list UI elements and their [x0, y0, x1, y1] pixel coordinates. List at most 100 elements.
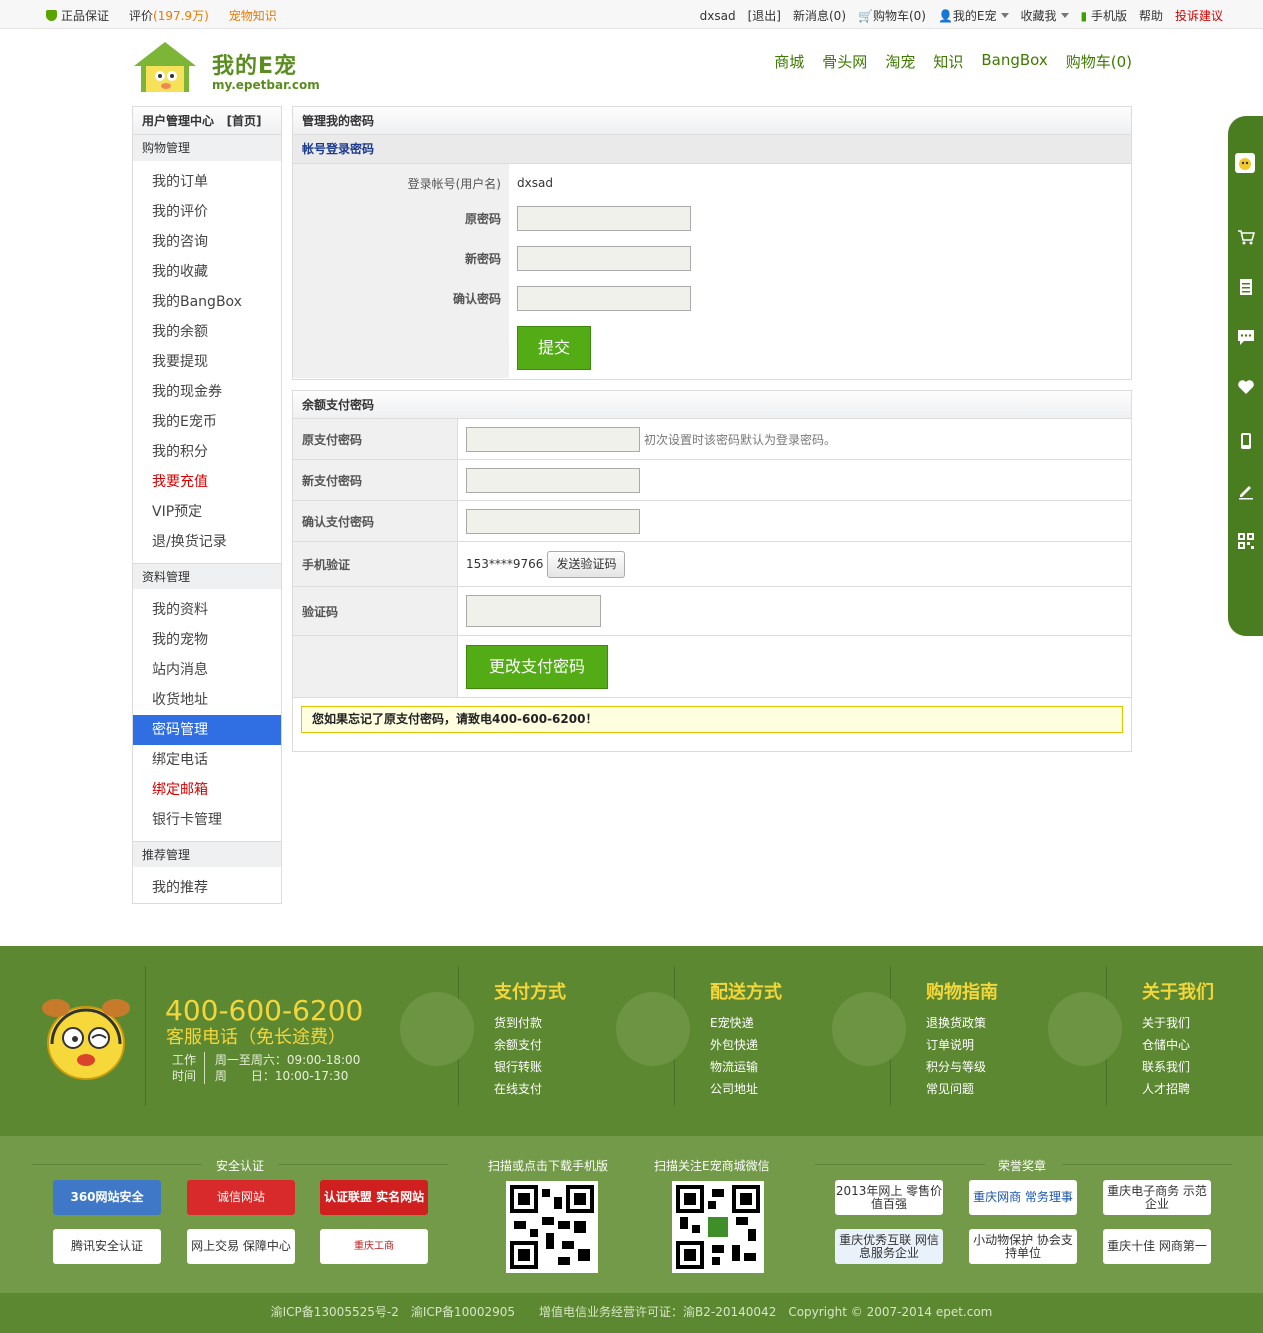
- menu-item-bind-email[interactable]: 绑定邮箱: [133, 775, 281, 805]
- old-password-input[interactable]: [517, 205, 691, 231]
- footer-link[interactable]: 订单说明: [926, 1034, 998, 1056]
- badge-realname[interactable]: 认证联盟 实名网站: [320, 1180, 428, 1215]
- nav-taochong[interactable]: 淘宠: [885, 51, 915, 72]
- honor-badge[interactable]: 重庆网商 常务理事: [969, 1180, 1077, 1215]
- footer-link[interactable]: 关于我们: [1142, 1012, 1214, 1034]
- confirm-pay-password-input[interactable]: [466, 508, 640, 534]
- menu-item-withdraw[interactable]: 我要提现: [133, 347, 281, 377]
- mobile-qrcode[interactable]: [506, 1181, 598, 1273]
- mobile-icon[interactable]: [1237, 432, 1255, 450]
- menu-item-inquiries[interactable]: 我的咨询: [133, 227, 281, 257]
- orders-icon[interactable]: [1237, 278, 1255, 296]
- nav-bangbox[interactable]: BangBox: [981, 51, 1047, 72]
- reviews-link[interactable]: 评价(197.9万): [129, 7, 209, 24]
- menu-item-points[interactable]: 我的积分: [133, 437, 281, 467]
- username[interactable]: dxsad: [700, 9, 736, 23]
- badge-360[interactable]: 360网站安全: [53, 1180, 161, 1215]
- footer-link[interactable]: 人才招聘: [1142, 1078, 1214, 1100]
- menu-item-password[interactable]: 密码管理: [133, 715, 281, 745]
- service-phone-sub: 客服电话（免长途费）: [166, 1027, 346, 1048]
- badge-trust-site[interactable]: 诚信网站: [187, 1180, 295, 1215]
- footer-link[interactable]: E宠快递: [710, 1012, 782, 1034]
- home-link[interactable]: [首页]: [227, 114, 262, 128]
- footer-link[interactable]: 物流运输: [710, 1056, 782, 1078]
- old-pay-password-input[interactable]: [466, 426, 640, 452]
- mobile-link[interactable]: ▮ 手机版: [1081, 7, 1127, 24]
- edit-icon[interactable]: [1237, 482, 1255, 500]
- menu-item-profile[interactable]: 我的资料: [133, 595, 281, 625]
- new-password-input[interactable]: [517, 245, 691, 271]
- footer-link[interactable]: 退换货政策: [926, 1012, 998, 1034]
- menu-item-recharge[interactable]: 我要充值: [133, 467, 281, 497]
- menu-item-address[interactable]: 收货地址: [133, 685, 281, 715]
- qrcode-icon[interactable]: [1237, 532, 1255, 550]
- honor-badge[interactable]: 小动物保护 协会支持单位: [969, 1229, 1077, 1264]
- menu-item-reviews[interactable]: 我的评价: [133, 197, 281, 227]
- menu-item-coupons[interactable]: 我的现金券: [133, 377, 281, 407]
- menu-item-pets[interactable]: 我的宠物: [133, 625, 281, 655]
- footer-link[interactable]: 联系我们: [1142, 1056, 1214, 1078]
- genuine-guarantee[interactable]: 正品保证: [46, 7, 109, 24]
- old-pay-password-hint: 初次设置时该密码默认为登录密码。: [644, 432, 837, 447]
- footer-link[interactable]: 外包快递: [710, 1034, 782, 1056]
- menu-item-orders[interactable]: 我的订单: [133, 167, 281, 197]
- menu-item-balance[interactable]: 我的余额: [133, 317, 281, 347]
- pet-knowledge-link[interactable]: 宠物知识: [229, 7, 277, 24]
- footer-link[interactable]: 公司地址: [710, 1078, 782, 1100]
- footer-col-delivery: 配送方式 E宠快递 外包快递 物流运输 公司地址: [710, 978, 782, 1100]
- messages-link[interactable]: 新消息(0): [793, 7, 846, 24]
- badge-chongqing-aic[interactable]: 重庆工商: [320, 1229, 428, 1264]
- phone-icon: ▮: [1080, 9, 1088, 23]
- confirm-pay-password-label: 确认支付密码: [293, 501, 458, 541]
- my-epet-menu[interactable]: 👤我的E宠: [938, 7, 1009, 24]
- complaint-link[interactable]: 投诉建议: [1175, 7, 1223, 24]
- footer-link[interactable]: 常见问题: [926, 1078, 998, 1100]
- confirm-password-input[interactable]: [517, 285, 691, 311]
- cart-icon[interactable]: [1237, 228, 1255, 246]
- badge-tencent[interactable]: 腾讯安全认证: [53, 1229, 161, 1264]
- verify-code-input[interactable]: [466, 595, 601, 627]
- menu-item-messages[interactable]: 站内消息: [133, 655, 281, 685]
- menu-item-ecoins[interactable]: 我的E宠币: [133, 407, 281, 437]
- submit-button[interactable]: 提交: [517, 326, 591, 370]
- qr-mobile-title: 扫描或点击下载手机版: [488, 1159, 609, 1173]
- menu-item-favorites[interactable]: 我的收藏: [133, 257, 281, 287]
- badge-trade-center[interactable]: 网上交易 保障中心: [187, 1229, 295, 1264]
- honor-badge[interactable]: 2013年网上 零售价值百强: [835, 1180, 943, 1215]
- honor-badge[interactable]: 重庆优秀互联 网信息服务企业: [835, 1229, 943, 1264]
- nav-bone[interactable]: 骨头网: [822, 51, 867, 72]
- footer-link[interactable]: 在线支付: [494, 1078, 566, 1100]
- menu-item-bank-cards[interactable]: 银行卡管理: [133, 805, 281, 835]
- footer-link[interactable]: 银行转账: [494, 1056, 566, 1078]
- menu-item-vip[interactable]: VIP预定: [133, 497, 281, 527]
- footer-link[interactable]: 仓储中心: [1142, 1034, 1214, 1056]
- nav-cart[interactable]: 购物车(0): [1066, 51, 1132, 72]
- wechat-qrcode[interactable]: [672, 1181, 764, 1273]
- menu-item-bangbox[interactable]: 我的BangBox: [133, 287, 281, 317]
- site-logo[interactable]: 我的E宠 my.epetbar.com: [130, 38, 330, 98]
- certification-footer: 安全认证 360网站安全 诚信网站 认证联盟 实名网站 腾讯安全认证 网上交易 …: [0, 1136, 1263, 1293]
- honor-badge[interactable]: 重庆十佳 网商第一: [1103, 1229, 1211, 1264]
- security-title: 安全认证: [216, 1159, 265, 1173]
- mascot-icon[interactable]: [1234, 152, 1256, 174]
- menu-item-bind-phone[interactable]: 绑定电话: [133, 745, 281, 775]
- footer-link[interactable]: 货到付款: [494, 1012, 566, 1034]
- help-link[interactable]: 帮助: [1139, 7, 1163, 24]
- old-pay-password-label: 原支付密码: [293, 419, 458, 459]
- change-pay-password-button[interactable]: 更改支付密码: [466, 644, 608, 689]
- footer-link[interactable]: 余额支付: [494, 1034, 566, 1056]
- nav-knowledge[interactable]: 知识: [933, 51, 963, 72]
- nav-mall[interactable]: 商城: [774, 51, 804, 72]
- favorites-menu[interactable]: 收藏我: [1021, 7, 1069, 24]
- heart-icon[interactable]: [1237, 378, 1255, 396]
- chat-icon[interactable]: [1237, 328, 1255, 346]
- honor-badge[interactable]: 重庆电子商务 示范企业: [1103, 1180, 1211, 1215]
- footer-link[interactable]: 积分与等级: [926, 1056, 998, 1078]
- send-code-button[interactable]: 发送验证码: [547, 550, 626, 578]
- new-pay-password-input[interactable]: [466, 467, 640, 493]
- menu-item-referrals[interactable]: 我的推荐: [133, 873, 281, 903]
- menu-item-returns[interactable]: 退/换货记录: [133, 527, 281, 557]
- old-password-label: 原密码: [464, 211, 501, 226]
- logout-link[interactable]: [退出]: [748, 7, 781, 24]
- cart-link[interactable]: 🛒购物车(0): [858, 7, 926, 24]
